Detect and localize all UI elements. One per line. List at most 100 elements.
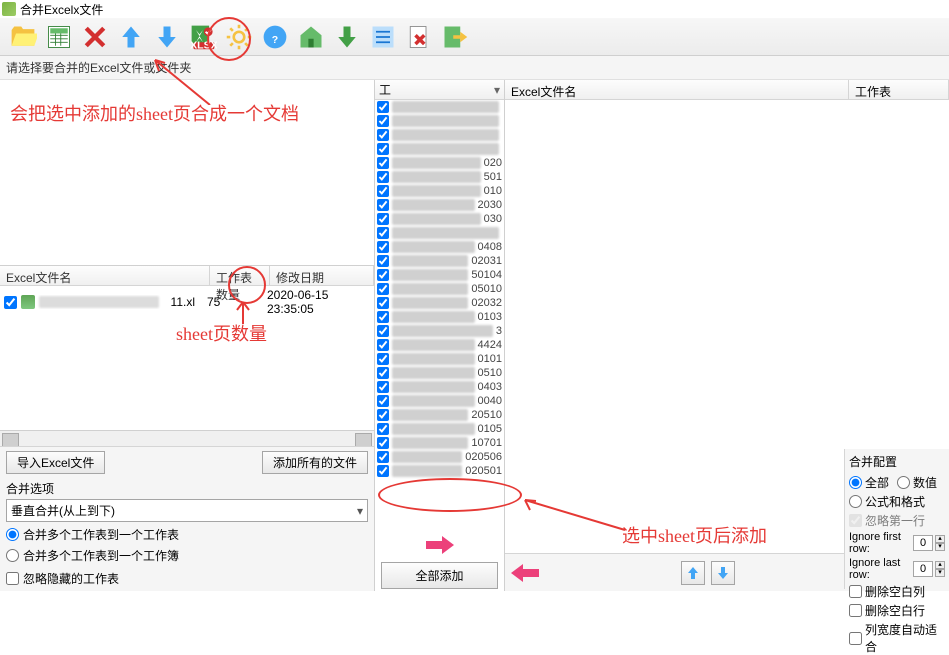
folder-pane[interactable] (0, 80, 374, 266)
home-icon[interactable] (294, 20, 328, 54)
sheet-row[interactable]: 4424 (375, 338, 504, 352)
sheet-checkbox[interactable] (377, 185, 389, 197)
file-row-checkbox[interactable] (4, 296, 17, 309)
sheet-list-header[interactable]: 工 (375, 80, 504, 100)
sheet-row[interactable]: 0103 (375, 310, 504, 324)
ignore-last-spinner[interactable] (913, 561, 933, 577)
sheet-checkbox[interactable] (377, 423, 389, 435)
sheet-row[interactable]: 0403 (375, 380, 504, 394)
file-row[interactable]: 11.xl 75 2020-06-15 23:35:05 (0, 286, 374, 318)
sheet-row[interactable]: 20510 (375, 408, 504, 422)
sheet-list[interactable]: 0205010102030030040802031501040501002032… (375, 100, 504, 530)
sheet-checkbox[interactable] (377, 381, 389, 393)
xlsx-export-icon[interactable]: XLSX (186, 20, 220, 54)
cfg-formula-radio[interactable] (849, 495, 862, 508)
sheet-row[interactable]: 0040 (375, 394, 504, 408)
sheet-checkbox[interactable] (377, 465, 389, 477)
remove-icon[interactable] (78, 20, 112, 54)
sheet-checkbox[interactable] (377, 437, 389, 449)
sheet-row[interactable]: 02032 (375, 296, 504, 310)
sheet-checkbox[interactable] (377, 143, 389, 155)
sheet-checkbox[interactable] (377, 339, 389, 351)
toolbar: XLSX ? (0, 18, 949, 56)
sheet-row[interactable] (375, 128, 504, 142)
sheet-row[interactable] (375, 226, 504, 240)
sheet-row[interactable]: 0105 (375, 422, 504, 436)
ignore-hidden-checkbox[interactable] (6, 572, 19, 585)
sheet-checkbox[interactable] (377, 157, 389, 169)
file-pane[interactable]: Excel文件名 工作表数量 修改日期 11.xl 75 2020-06-15 … (0, 266, 374, 446)
sheet-checkbox[interactable] (377, 227, 389, 239)
file-header-count[interactable]: 工作表数量 (210, 266, 270, 285)
sheet-row[interactable]: 50104 (375, 268, 504, 282)
sheet-row[interactable] (375, 100, 504, 114)
move-up-button[interactable] (681, 561, 705, 585)
help-icon[interactable]: ? (258, 20, 292, 54)
sheet-checkbox[interactable] (377, 213, 389, 225)
autofit-checkbox[interactable] (849, 632, 862, 645)
sheet-checkbox[interactable] (377, 255, 389, 267)
sheet-row[interactable]: 010 (375, 184, 504, 198)
sheet-row[interactable]: 02031 (375, 254, 504, 268)
cfg-values-radio[interactable] (897, 476, 910, 489)
merge-to-book-radio[interactable] (6, 549, 19, 562)
sheet-checkbox[interactable] (377, 199, 389, 211)
h-scrollbar[interactable] (0, 430, 374, 446)
dest-header-name[interactable]: Excel文件名 (505, 80, 849, 99)
sheet-checkbox[interactable] (377, 129, 389, 141)
import-down-icon[interactable] (330, 20, 364, 54)
sheet-row[interactable] (375, 142, 504, 156)
sheet-checkbox[interactable] (377, 283, 389, 295)
arrow-down-icon[interactable] (150, 20, 184, 54)
ignore-first-spinner[interactable] (913, 535, 933, 551)
list-lines-icon[interactable] (366, 20, 400, 54)
rm-empty-col-checkbox[interactable] (849, 585, 862, 598)
add-all-files-button[interactable]: 添加所有的文件 (262, 451, 368, 474)
sheet-row[interactable]: 020501 (375, 464, 504, 478)
sheet-row[interactable]: 0101 (375, 352, 504, 366)
sheet-row[interactable]: 2030 (375, 198, 504, 212)
sheet-checkbox[interactable] (377, 353, 389, 365)
import-excel-button[interactable]: 导入Excel文件 (6, 451, 105, 474)
sheet-checkbox[interactable] (377, 409, 389, 421)
sheet-checkbox[interactable] (377, 171, 389, 183)
blurred-sheet-name (392, 367, 475, 379)
sheet-checkbox[interactable] (377, 241, 389, 253)
sheet-checkbox[interactable] (377, 451, 389, 463)
sheet-checkbox[interactable] (377, 311, 389, 323)
sheet-checkbox[interactable] (377, 115, 389, 127)
sheet-checkbox[interactable] (377, 395, 389, 407)
sheet-row[interactable]: 020 (375, 156, 504, 170)
excel-doc-icon[interactable] (42, 20, 76, 54)
sheet-row[interactable]: 05010 (375, 282, 504, 296)
sheet-checkbox[interactable] (377, 101, 389, 113)
sheet-checkbox[interactable] (377, 325, 389, 337)
dest-header-sheet[interactable]: 工作表 (849, 80, 949, 99)
file-header-date[interactable]: 修改日期 (270, 266, 374, 285)
sheet-checkbox[interactable] (377, 367, 389, 379)
sheet-row[interactable]: 3 (375, 324, 504, 338)
sheet-checkbox[interactable] (377, 269, 389, 281)
cfg-all-radio[interactable] (849, 476, 862, 489)
settings-icon[interactable] (222, 20, 256, 54)
sheet-row[interactable]: 0408 (375, 240, 504, 254)
file-row-date: 2020-06-15 23:35:05 (261, 288, 374, 316)
sheet-row[interactable]: 030 (375, 212, 504, 226)
exit-icon[interactable] (438, 20, 472, 54)
sheet-row[interactable]: 10701 (375, 436, 504, 450)
sheet-row[interactable]: 020506 (375, 450, 504, 464)
file-header-name[interactable]: Excel文件名 (0, 266, 210, 285)
doc-remove-icon[interactable] (402, 20, 436, 54)
sheet-row[interactable]: 501 (375, 170, 504, 184)
rm-empty-row-checkbox[interactable] (849, 604, 862, 617)
sheet-row[interactable]: 0510 (375, 366, 504, 380)
move-down-button[interactable] (711, 561, 735, 585)
add-all-sheets-button[interactable]: 全部添加 (381, 562, 498, 589)
excel-file-icon (21, 295, 35, 309)
merge-to-sheet-radio[interactable] (6, 528, 19, 541)
merge-direction-select[interactable]: 垂直合并(从上到下) (6, 499, 368, 522)
folder-open-icon[interactable] (6, 20, 40, 54)
arrow-up-icon[interactable] (114, 20, 148, 54)
sheet-row[interactable] (375, 114, 504, 128)
sheet-checkbox[interactable] (377, 297, 389, 309)
